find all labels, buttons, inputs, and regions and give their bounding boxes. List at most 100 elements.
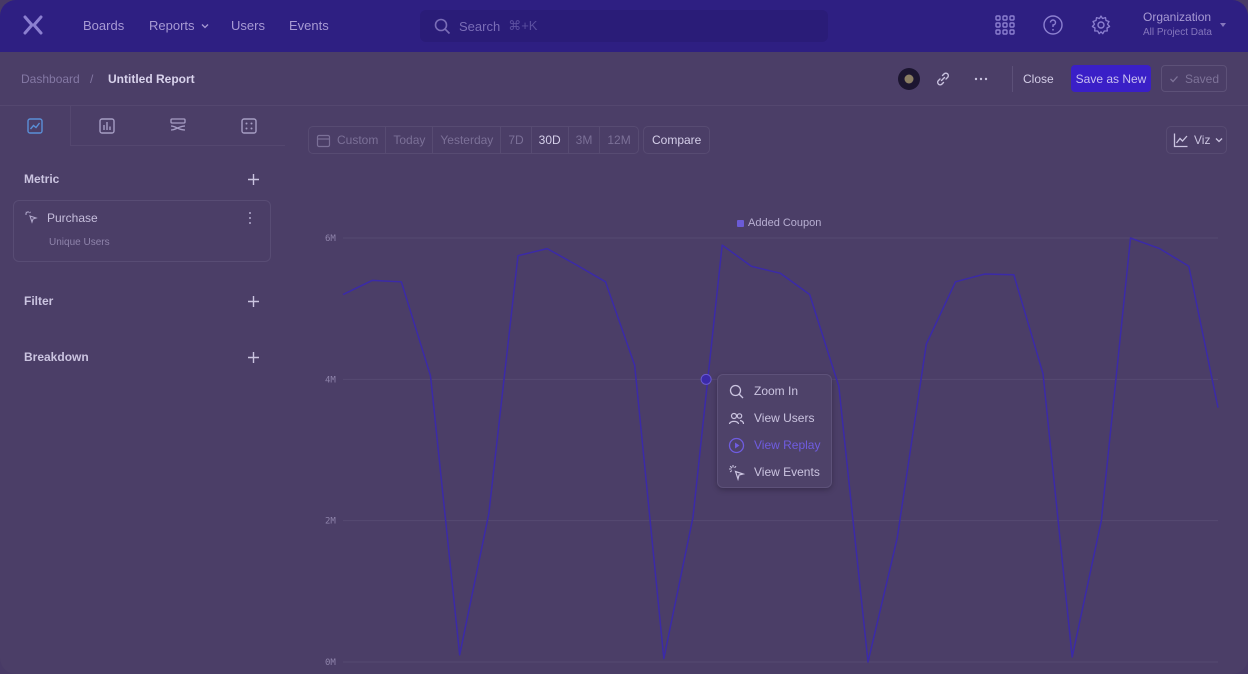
- org-name: Organization: [1143, 10, 1212, 24]
- users-icon: [728, 412, 745, 424]
- close-button[interactable]: Close: [1012, 66, 1064, 92]
- avatar[interactable]: [898, 68, 920, 90]
- cursor-click-icon: [729, 464, 745, 481]
- data-point[interactable]: [719, 242, 725, 248]
- breadcrumb-dashboard[interactable]: Dashboard: [21, 72, 80, 86]
- menu-zoom-in[interactable]: Zoom In: [728, 380, 798, 402]
- y-tick-label: 0M: [325, 658, 336, 668]
- add-filter-plus-icon[interactable]: [247, 295, 260, 308]
- chevron-down-icon: [201, 24, 209, 29]
- data-point[interactable]: [982, 271, 988, 277]
- add-breakdown-plus-icon[interactable]: [247, 351, 260, 364]
- nav-reports[interactable]: Reports: [149, 18, 209, 33]
- line-chart-icon: [27, 118, 43, 134]
- settings-gear-icon[interactable]: [1090, 14, 1112, 36]
- metric-card[interactable]: Purchase Unique Users: [13, 200, 271, 262]
- range-12m[interactable]: 12M: [600, 127, 637, 153]
- more-vertical-icon[interactable]: [248, 211, 252, 225]
- data-point[interactable]: [807, 292, 813, 298]
- retention-grid-icon: [241, 117, 258, 134]
- nav-reports-label: Reports: [149, 18, 195, 33]
- range-7d[interactable]: 7D: [501, 127, 532, 153]
- hovered-point[interactable]: [700, 373, 712, 385]
- metric-event-name: Purchase: [47, 211, 98, 225]
- check-icon: [1170, 75, 1178, 82]
- menu-view-users-label: View Users: [754, 411, 815, 425]
- tab-retention[interactable]: [213, 106, 286, 146]
- data-point[interactable]: [778, 270, 784, 276]
- chevron-down-icon: [1215, 138, 1223, 143]
- data-point[interactable]: [1069, 654, 1075, 660]
- report-title[interactable]: Untitled Report: [108, 72, 195, 86]
- date-range-selector: Custom Today Yesterday 7D 30D 3M 12M: [308, 126, 639, 154]
- data-point[interactable]: [661, 655, 667, 661]
- saved-button[interactable]: Saved: [1161, 65, 1227, 92]
- cursor-click-icon: [25, 211, 38, 224]
- menu-view-events-label: View Events: [754, 465, 820, 479]
- menu-view-replay[interactable]: View Replay: [728, 434, 820, 456]
- link-icon[interactable]: [934, 70, 952, 88]
- data-point[interactable]: [1040, 371, 1046, 377]
- caret-down-icon[interactable]: [1219, 21, 1227, 29]
- search-input[interactable]: Search ⌘+K: [420, 10, 828, 42]
- data-point[interactable]: [340, 292, 346, 298]
- save-as-new-button[interactable]: Save as New: [1071, 65, 1151, 92]
- data-point[interactable]: [865, 659, 871, 665]
- data-point[interactable]: [836, 383, 842, 389]
- data-point[interactable]: [457, 652, 463, 658]
- compare-button[interactable]: Compare: [643, 126, 711, 154]
- y-tick-label: 4M: [325, 375, 336, 385]
- calendar-icon: [316, 134, 331, 147]
- data-point[interactable]: [632, 362, 638, 368]
- nav-users[interactable]: Users: [231, 18, 265, 33]
- data-point[interactable]: [428, 373, 434, 379]
- range-30d[interactable]: 30D: [532, 127, 569, 153]
- apps-grid-icon[interactable]: [994, 14, 1016, 36]
- range-custom[interactable]: Custom: [309, 127, 387, 153]
- breadcrumb-separator: /: [90, 72, 94, 86]
- data-point[interactable]: [1157, 246, 1163, 252]
- data-point[interactable]: [398, 279, 404, 285]
- viz-selector[interactable]: Viz: [1166, 126, 1227, 154]
- tab-flows[interactable]: [142, 106, 214, 146]
- data-point[interactable]: [544, 246, 550, 252]
- range-3m[interactable]: 3M: [569, 127, 601, 153]
- nav-events[interactable]: Events: [289, 18, 329, 33]
- data-point[interactable]: [603, 279, 609, 285]
- data-point[interactable]: [748, 263, 754, 269]
- data-point[interactable]: [690, 514, 696, 520]
- org-sub: All Project Data: [1143, 27, 1212, 38]
- range-today[interactable]: Today: [386, 127, 434, 153]
- org-switcher[interactable]: Organization All Project Data: [1143, 10, 1212, 38]
- nav-boards[interactable]: Boards: [83, 18, 124, 33]
- data-point[interactable]: [515, 253, 521, 259]
- bar-chart-icon: [99, 117, 115, 134]
- flows-icon: [170, 117, 186, 131]
- filter-section-label: Filter: [24, 294, 54, 308]
- menu-view-users[interactable]: View Users: [728, 407, 814, 429]
- data-point[interactable]: [894, 535, 900, 541]
- logo-icon[interactable]: [22, 14, 44, 36]
- add-metric-plus-icon[interactable]: [247, 173, 260, 186]
- data-point[interactable]: [1186, 263, 1192, 269]
- tab-insights[interactable]: [0, 106, 72, 146]
- help-icon[interactable]: [1042, 14, 1064, 36]
- data-point[interactable]: [573, 262, 579, 268]
- range-yesterday[interactable]: Yesterday: [433, 127, 502, 153]
- data-point[interactable]: [1011, 272, 1017, 278]
- data-point[interactable]: [1098, 518, 1104, 524]
- data-point[interactable]: [923, 341, 929, 347]
- tab-funnels[interactable]: [71, 106, 143, 146]
- query-builder-panel: Metric Purchase Unique Users Filter Brea…: [0, 106, 286, 674]
- data-point[interactable]: [369, 277, 375, 283]
- data-point[interactable]: [1128, 235, 1134, 241]
- more-horizontal-icon[interactable]: [972, 70, 990, 88]
- report-type-tabs: [0, 106, 286, 146]
- data-point[interactable]: [1215, 405, 1221, 411]
- menu-zoom-in-label: Zoom In: [754, 384, 799, 398]
- app-frame: Boards Reports Users Events Search ⌘+K O…: [0, 0, 1248, 674]
- menu-view-events[interactable]: View Events: [728, 461, 820, 483]
- data-point[interactable]: [486, 511, 492, 517]
- metric-measure[interactable]: Unique Users: [49, 237, 110, 248]
- data-point[interactable]: [953, 279, 959, 285]
